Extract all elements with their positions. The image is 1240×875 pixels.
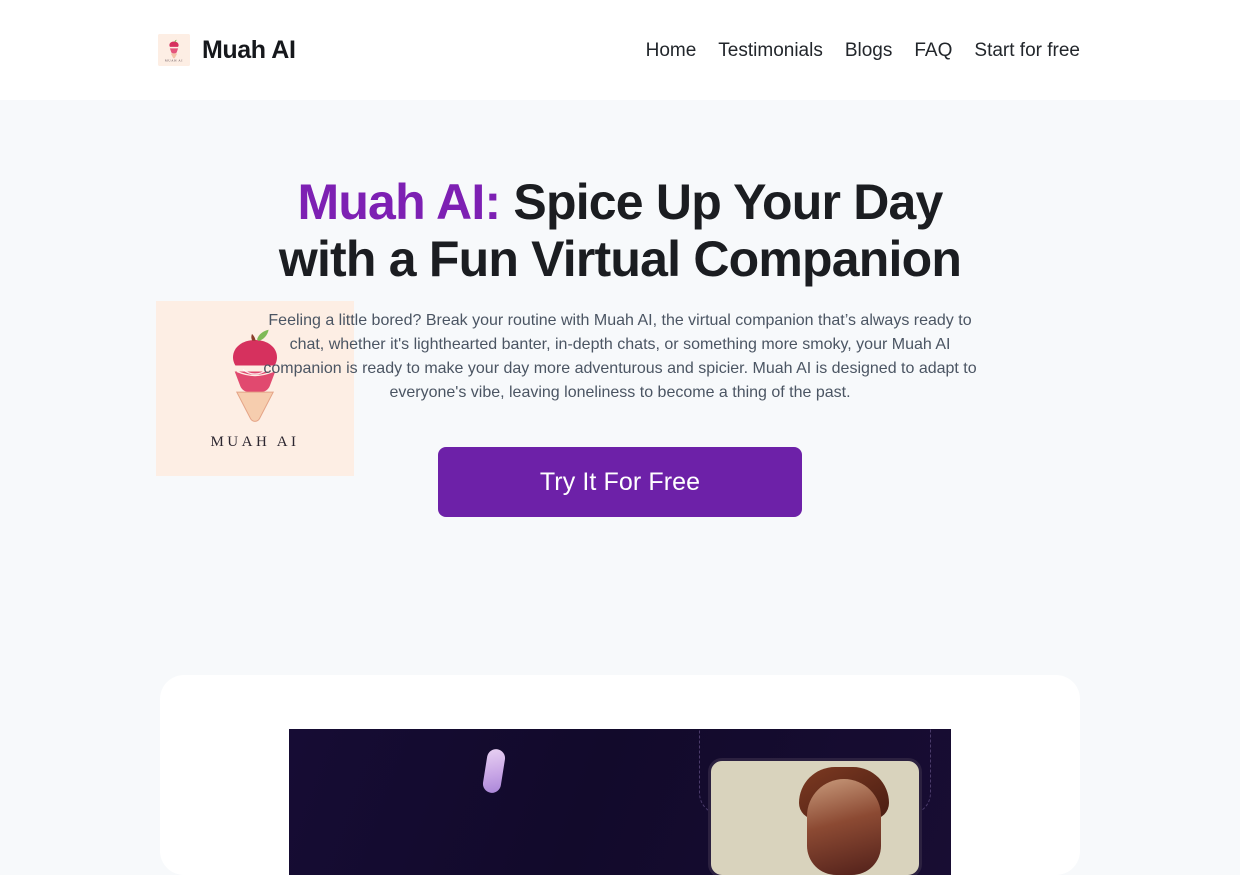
page-title-accent: Muah AI: [297, 174, 501, 230]
hero-section: MUAH AI Muah AI: Spice Up Your Day with … [0, 100, 1240, 675]
companion-portrait-card [708, 758, 922, 875]
svg-text:MUAH AI: MUAH AI [165, 58, 183, 62]
nav-link-faq[interactable]: FAQ [914, 41, 952, 60]
nav-link-blogs[interactable]: Blogs [845, 41, 893, 60]
portrait-face-shape [807, 779, 881, 875]
main-navigation: Home Testimonials Blogs FAQ Start for fr… [646, 41, 1080, 60]
hero-cta-container: Try It For Free [270, 447, 970, 517]
hero-description: Feeling a little bored? Break your routi… [263, 312, 977, 401]
site-header: MUAH AI Muah AI Home Testimonials Blogs … [0, 0, 1240, 100]
nav-link-testimonials[interactable]: Testimonials [718, 41, 823, 60]
brand-logo-link[interactable]: MUAH AI Muah AI [158, 34, 296, 66]
nav-link-home[interactable]: Home [646, 41, 697, 60]
try-it-for-free-button[interactable]: Try It For Free [438, 447, 802, 517]
muah-ai-strawberry-logo-icon: MUAH AI [158, 34, 190, 66]
page-title: Muah AI: Spice Up Your Day with a Fun Vi… [270, 174, 970, 287]
brand-name: Muah AI [202, 35, 296, 64]
showcase-card [160, 675, 1080, 875]
product-demo-video-thumbnail[interactable] [289, 729, 951, 875]
capsule-prop-icon [481, 747, 507, 795]
nav-link-start-for-free[interactable]: Start for free [974, 41, 1080, 60]
